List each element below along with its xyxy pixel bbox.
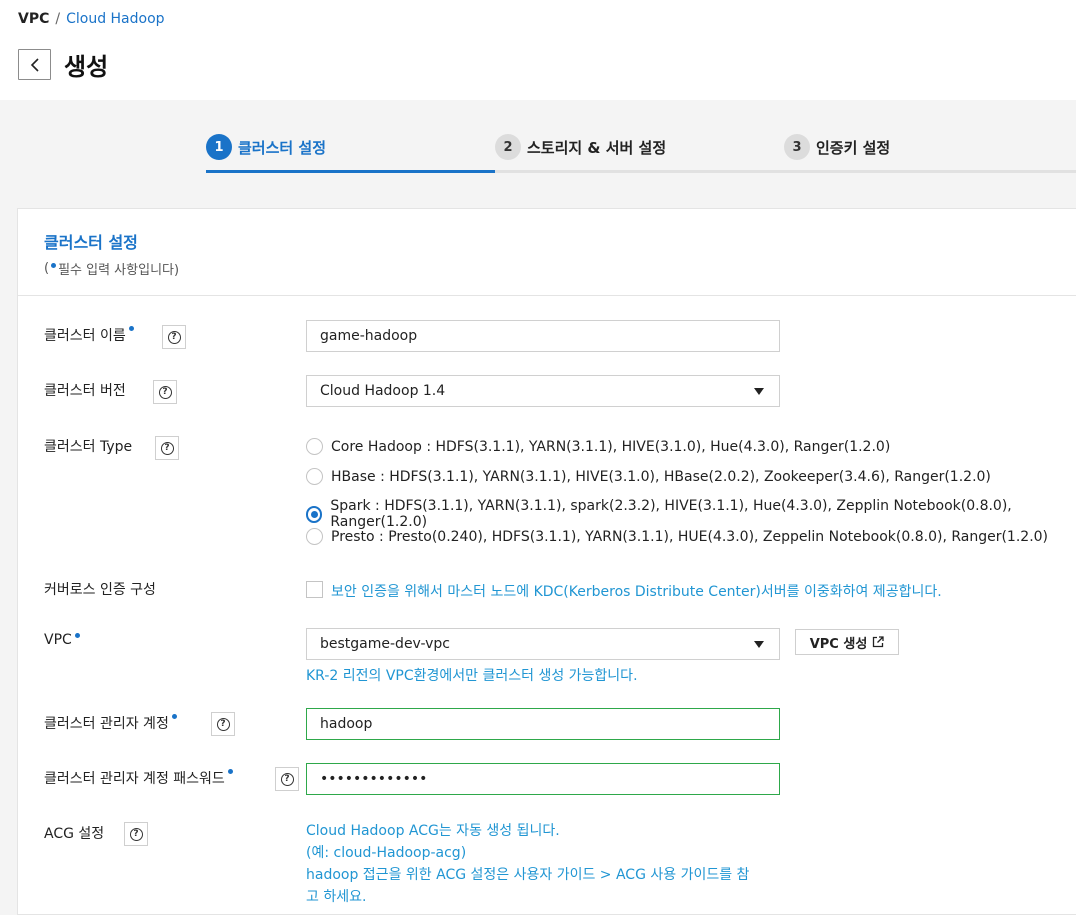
cluster-type-option-presto[interactable]: Presto : Presto(0.240), HDFS(3.1.1), YAR… [306, 528, 1048, 545]
required-dot-icon [51, 263, 57, 268]
cluster-name-help-button[interactable]: ? [162, 325, 186, 349]
acg-line: 고 하세요. [306, 889, 367, 905]
question-icon: ? [167, 330, 181, 344]
step-label: 인증키 설정 [816, 138, 891, 157]
admin-password-label-text: 클러스터 관리자 계정 패스워드 [44, 771, 225, 787]
card-title: 클러스터 설정 [44, 233, 138, 252]
cluster-name-input[interactable]: game-hadoop [306, 320, 780, 352]
acg-description: Cloud Hadoop ACG는 자동 생성 됩니다. (예: cloud-H… [306, 820, 749, 908]
breadcrumb: VPC / Cloud Hadoop [18, 11, 165, 27]
breadcrumb-vpc[interactable]: VPC [18, 11, 49, 27]
radio-button[interactable] [306, 438, 323, 455]
step-auth-key-settings[interactable]: 3 인증키 설정 [784, 134, 890, 160]
cluster-name-label-text: 클러스터 이름 [44, 328, 126, 344]
cluster-type-option-spark[interactable]: Spark : HDFS(3.1.1), YARN(3.1.1), spark(… [306, 498, 1076, 530]
admin-account-label-text: 클러스터 관리자 계정 [44, 716, 169, 732]
kerberos-label-text: 커버로스 인증 구성 [44, 582, 156, 598]
acg-label: ACG 설정 [44, 823, 104, 843]
back-button[interactable] [18, 49, 51, 80]
radio-label: Core Hadoop : HDFS(3.1.1), YARN(3.1.1), … [331, 438, 891, 455]
cluster-version-help-button[interactable]: ? [153, 380, 177, 404]
radio-button[interactable] [306, 468, 323, 485]
cluster-version-select[interactable]: Cloud Hadoop 1.4 [306, 375, 780, 407]
admin-account-help-button[interactable]: ? [211, 712, 235, 736]
kerberos-label: 커버로스 인증 구성 [44, 579, 156, 599]
admin-password-input[interactable]: ••••••••••••• [306, 763, 780, 795]
dropdown-arrow-icon [754, 388, 764, 395]
step-indicator-track [495, 170, 1076, 173]
vpc-create-button[interactable]: VPC 생성 [795, 629, 899, 655]
cluster-type-label: 클러스터 Type [44, 436, 132, 456]
radio-button[interactable] [306, 528, 323, 545]
cluster-type-label-text: 클러스터 Type [44, 439, 133, 455]
cluster-type-option-core-hadoop[interactable]: Core Hadoop : HDFS(3.1.1), YARN(3.1.1), … [306, 438, 890, 455]
admin-account-input[interactable]: hadoop [306, 708, 780, 740]
step-label: 클러스터 설정 [238, 138, 327, 157]
required-dot-icon [171, 714, 177, 719]
acg-line: hadoop 접근을 위한 ACG 설정은 사용자 가이드 > ACG 사용 가… [306, 867, 750, 883]
cluster-type-help-button[interactable]: ? [155, 436, 179, 460]
admin-password-help-button[interactable]: ? [275, 767, 299, 791]
step-number: 2 [495, 134, 521, 160]
cluster-version-label: 클러스터 버전 [44, 380, 126, 400]
step-cluster-settings[interactable]: 1 클러스터 설정 [206, 134, 326, 160]
step-indicator-active [206, 170, 495, 173]
required-dot-icon [128, 326, 134, 331]
radio-button-selected[interactable] [306, 505, 323, 523]
vpc-value: bestgame-dev-vpc [320, 636, 451, 652]
admin-account-label: 클러스터 관리자 계정 [44, 713, 177, 733]
vpc-label: VPC [44, 632, 80, 648]
card-header: 클러스터 설정 ( 필수 입력 사항입니다) [18, 209, 1076, 296]
cluster-settings-card: 클러스터 설정 ( 필수 입력 사항입니다) [17, 208, 1076, 915]
question-icon: ? [216, 717, 230, 731]
question-icon: ? [160, 441, 174, 455]
radio-label: Presto : Presto(0.240), HDFS(3.1.1), YAR… [331, 528, 1049, 545]
question-icon: ? [129, 827, 143, 841]
external-link-icon [873, 636, 884, 648]
required-note-open: ( [44, 261, 50, 276]
step-number: 1 [206, 134, 232, 160]
cluster-version-value: Cloud Hadoop 1.4 [320, 383, 446, 399]
required-dot-icon [74, 633, 80, 638]
cluster-type-option-hbase[interactable]: HBase : HDFS(3.1.1), YARN(3.1.1), HIVE(3… [306, 468, 991, 485]
vpc-label-text: VPC [44, 632, 72, 648]
required-note: ( 필수 입력 사항입니다) [44, 259, 179, 278]
cluster-name-label: 클러스터 이름 [44, 325, 134, 345]
vpc-create-label: VPC 생성 [809, 636, 868, 652]
step-storage-server-settings[interactable]: 2 스토리지 & 서버 설정 [495, 134, 666, 160]
dropdown-arrow-icon [754, 641, 764, 648]
cluster-version-label-text: 클러스터 버전 [44, 383, 126, 399]
step-number: 3 [784, 134, 810, 160]
breadcrumb-separator: / [55, 11, 61, 27]
page-header: VPC / Cloud Hadoop 생성 [0, 0, 1076, 100]
step-label: 스토리지 & 서버 설정 [527, 138, 667, 157]
question-icon: ? [158, 385, 172, 399]
radio-label: HBase : HDFS(3.1.1), YARN(3.1.1), HIVE(3… [331, 468, 991, 485]
required-note-text: 필수 입력 사항입니다) [58, 263, 180, 278]
question-icon: ? [280, 772, 294, 786]
acg-label-text: ACG 설정 [44, 826, 105, 842]
required-dot-icon [227, 769, 233, 774]
acg-line: Cloud Hadoop ACG는 자동 생성 됩니다. [306, 823, 560, 839]
admin-password-label: 클러스터 관리자 계정 패스워드 [44, 768, 233, 788]
radio-label: Spark : HDFS(3.1.1), YARN(3.1.1), spark(… [330, 498, 1012, 530]
vpc-hint: KR-2 리전의 VPC환경에서만 클러스터 생성 가능합니다. [306, 668, 638, 684]
acg-help-button[interactable]: ? [124, 822, 148, 846]
kerberos-description[interactable]: 보안 인증을 위해서 마스터 노드에 KDC(Kerberos Distribu… [331, 581, 942, 601]
vpc-select[interactable]: bestgame-dev-vpc [306, 628, 780, 660]
acg-line: (예: cloud-Hadoop-acg) [306, 845, 467, 861]
page-title: 생성 [64, 53, 109, 81]
breadcrumb-cloud-hadoop[interactable]: Cloud Hadoop [66, 11, 164, 27]
kerberos-checkbox[interactable] [306, 581, 323, 598]
chevron-left-icon [30, 57, 39, 72]
